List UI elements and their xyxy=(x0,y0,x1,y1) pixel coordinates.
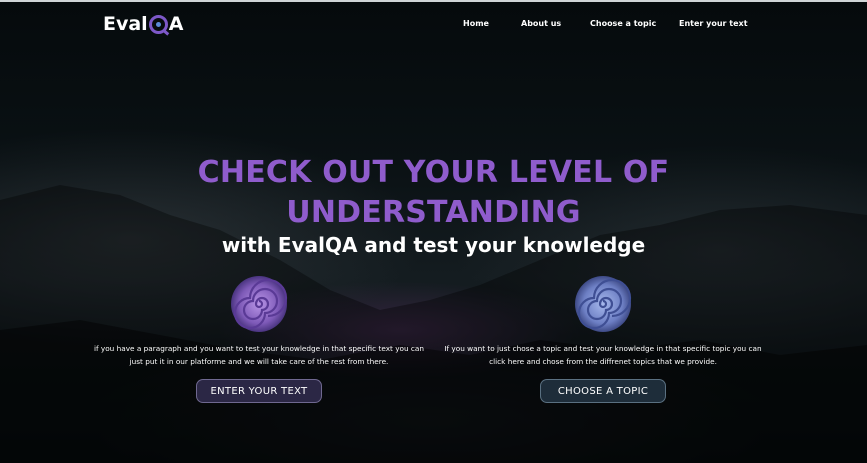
nav-about-us[interactable]: About us xyxy=(521,19,561,28)
hero-subtitle: with EvalQA and test your knowledge xyxy=(221,233,646,257)
nav-choose-topic[interactable]: Choose a topic xyxy=(590,19,656,28)
text-card-description: if you have a paragraph and you want to … xyxy=(79,342,439,368)
main-nav: Home About us Choose a topic Enter your … xyxy=(0,19,867,31)
top-border xyxy=(0,0,867,2)
hero-title-line2: UNDERSTANDING xyxy=(286,195,581,230)
blue-spiral-icon xyxy=(574,275,632,333)
hero-title-line1: CHECK OUT YOUR LEVEL OF xyxy=(197,155,670,190)
mountain-silhouette xyxy=(0,185,867,463)
enter-your-text-button[interactable]: ENTER YOUR TEXT xyxy=(196,379,322,403)
nav-home[interactable]: Home xyxy=(463,19,489,28)
choose-a-topic-button[interactable]: CHOOSE A TOPIC xyxy=(540,379,666,403)
topic-card-desc-line1: If you want to just chose a topic and te… xyxy=(444,344,762,353)
nav-enter-text[interactable]: Enter your text xyxy=(679,19,748,28)
text-card-desc-line2: just put it in our platforme and we will… xyxy=(129,357,389,366)
hero-background xyxy=(0,0,867,463)
topic-card-description: If you want to just chose a topic and te… xyxy=(423,342,783,368)
text-card-desc-line1: if you have a paragraph and you want to … xyxy=(93,344,425,353)
topic-card-desc-line2: click here and chose from the diffrenet … xyxy=(489,357,717,366)
purple-spiral-icon xyxy=(230,275,288,333)
